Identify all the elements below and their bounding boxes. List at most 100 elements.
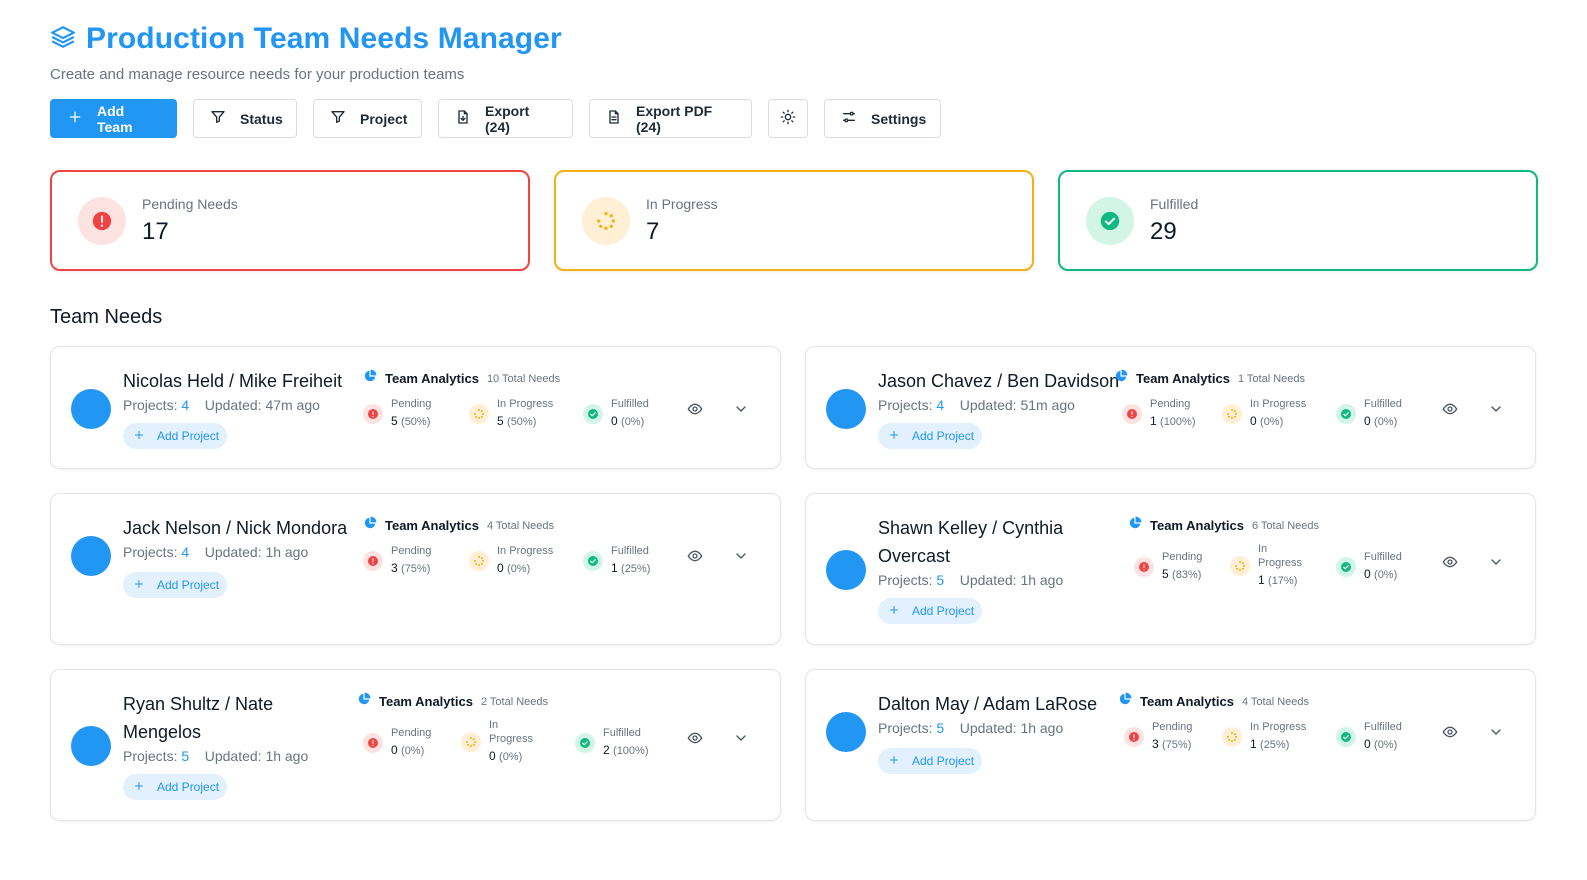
total-needs: 4 Total Needs xyxy=(486,519,555,532)
sun-icon xyxy=(780,109,796,128)
team-name-line: Overcast xyxy=(878,546,951,566)
analytics-title: Team Analytics xyxy=(379,694,473,709)
chevron-down-icon[interactable] xyxy=(1486,552,1506,572)
project-filter-button[interactable]: Project xyxy=(313,99,422,138)
alert-icon xyxy=(1124,726,1144,747)
metric-value: 1 (17%) xyxy=(1258,573,1298,587)
projects-count[interactable]: 4 xyxy=(936,397,944,413)
chevron-down-icon[interactable] xyxy=(731,546,751,566)
metric-value: 0 (0%) xyxy=(1364,737,1398,751)
chevron-down-icon[interactable] xyxy=(1486,399,1506,419)
updated-time: 47m ago xyxy=(265,397,320,413)
metric-value: 1 (25%) xyxy=(1250,737,1290,751)
projects-count[interactable]: 4 xyxy=(181,544,189,560)
loader-icon xyxy=(582,196,630,245)
plus-icon xyxy=(888,429,900,444)
loader-icon xyxy=(461,731,481,752)
analytics-title: Team Analytics xyxy=(1140,694,1234,709)
team-meta: Projects: 5 Updated: 1h ago xyxy=(123,748,308,764)
metric-label: Pending xyxy=(1162,551,1203,563)
chevron-down-icon[interactable] xyxy=(731,728,751,748)
projects-count[interactable]: 4 xyxy=(181,397,189,413)
analytics-title: Team Analytics xyxy=(1150,518,1244,533)
metric-label: In Progress xyxy=(497,398,554,410)
analytics-title: Team Analytics xyxy=(385,518,479,533)
eye-icon[interactable] xyxy=(685,399,705,419)
file-export-icon xyxy=(455,109,471,128)
metric-value: 3 (75%) xyxy=(1152,737,1192,751)
toolbar: Add Team Status Project Export (24) Expo… xyxy=(50,99,941,138)
team-card[interactable]: Nicolas Held / Mike Freiheit Projects: 4… xyxy=(50,346,781,469)
team-analytics: Team Analytics 10 Total Needs xyxy=(363,369,560,388)
export-pdf-button[interactable]: Export PDF (24) xyxy=(589,99,752,138)
projects-label: Projects: xyxy=(123,397,178,413)
theme-toggle-button[interactable] xyxy=(768,99,808,138)
pie-chart-icon xyxy=(1128,516,1142,535)
chevron-down-icon[interactable] xyxy=(1486,722,1506,742)
projects-count[interactable]: 5 xyxy=(936,572,944,588)
team-card[interactable]: Jason Chavez / Ben Davidson Projects: 4 … xyxy=(805,346,1536,469)
stat-value: 7 xyxy=(646,217,660,245)
team-name-line: Ryan Shultz / Nate xyxy=(123,694,274,714)
projects-count[interactable]: 5 xyxy=(181,748,189,764)
alert-icon xyxy=(363,550,383,571)
settings-button[interactable]: Settings xyxy=(824,99,941,138)
status-filter-button[interactable]: Status xyxy=(193,99,297,138)
avatar xyxy=(826,712,866,752)
team-card[interactable]: Dalton May / Adam LaRose Projects: 5 Upd… xyxy=(805,669,1536,821)
plus-icon xyxy=(133,578,145,593)
add-project-button[interactable]: Add Project xyxy=(878,423,983,449)
team-card[interactable]: Ryan Shultz / Nate Mengelos Projects: 5 U… xyxy=(50,669,781,821)
add-team-button[interactable]: Add Team xyxy=(50,99,177,138)
pending-metric: Pending 5 (50%) xyxy=(363,397,431,430)
projects-count[interactable]: 5 xyxy=(936,720,944,736)
analytics-title: Team Analytics xyxy=(1136,371,1230,386)
updated-label: Updated: xyxy=(959,397,1017,413)
eye-icon[interactable] xyxy=(1440,399,1460,419)
page-title: Production Team Needs Manager xyxy=(86,22,562,55)
add-project-button[interactable]: Add Project xyxy=(123,774,228,800)
team-card[interactable]: Shawn Kelley / Cynthia Overcast Projects:… xyxy=(805,493,1536,645)
updated-label: Updated: xyxy=(204,397,262,413)
metric-label: Fulfilled xyxy=(611,398,649,410)
alert-icon xyxy=(363,403,383,424)
add-project-button[interactable]: Add Project xyxy=(123,572,228,598)
eye-icon[interactable] xyxy=(685,546,705,566)
loader-icon xyxy=(469,550,489,571)
check-circle-icon xyxy=(1336,556,1356,577)
stat-label: Pending Needs xyxy=(142,195,238,212)
eye-icon[interactable] xyxy=(1440,722,1460,742)
fulfilled-metric: Fulfilled 2 (100%) xyxy=(575,726,649,759)
eye-icon[interactable] xyxy=(1440,552,1460,572)
pie-chart-icon xyxy=(1118,692,1132,711)
check-circle-icon xyxy=(583,550,603,571)
export-button[interactable]: Export (24) xyxy=(438,99,573,138)
analytics-title: Team Analytics xyxy=(385,371,479,386)
in-progress-card: In Progress 7 xyxy=(554,170,1034,271)
metric-value: 5 (50%) xyxy=(497,414,537,428)
in-progress-metric: In Progress 0 (0%) xyxy=(1222,397,1306,430)
team-meta: Projects: 5 Updated: 1h ago xyxy=(878,720,1063,736)
total-needs: 6 Total Needs xyxy=(1251,519,1320,532)
stat-label: Fulfilled xyxy=(1150,195,1199,212)
team-name: Dalton May / Adam LaRose xyxy=(878,694,1098,714)
total-needs: 10 Total Needs xyxy=(486,372,561,385)
add-project-button[interactable]: Add Project xyxy=(878,748,983,774)
team-analytics: Team Analytics 4 Total Needs xyxy=(1118,692,1309,711)
updated-label: Updated: xyxy=(959,572,1017,588)
add-project-button[interactable]: Add Project xyxy=(878,598,983,624)
filter-icon xyxy=(330,109,346,128)
eye-icon[interactable] xyxy=(685,728,705,748)
team-card[interactable]: Jack Nelson / Nick Mondora Projects: 4 U… xyxy=(50,493,781,645)
add-project-button[interactable]: Add Project xyxy=(123,423,228,449)
chevron-down-icon[interactable] xyxy=(731,399,751,419)
page-subtitle: Create and manage resource needs for you… xyxy=(50,66,465,83)
metric-value: 0 (0%) xyxy=(1364,567,1398,581)
in-progress-metric: In Progress 1 (17%) xyxy=(1230,542,1302,589)
team-analytics: Team Analytics 1 Total Needs xyxy=(1114,369,1305,388)
metric-value: 0 (0%) xyxy=(391,743,425,757)
avatar xyxy=(71,389,111,429)
metric-label: Pending xyxy=(1150,398,1191,410)
stat-value: 17 xyxy=(142,217,169,245)
stat-value: 29 xyxy=(1150,217,1177,245)
